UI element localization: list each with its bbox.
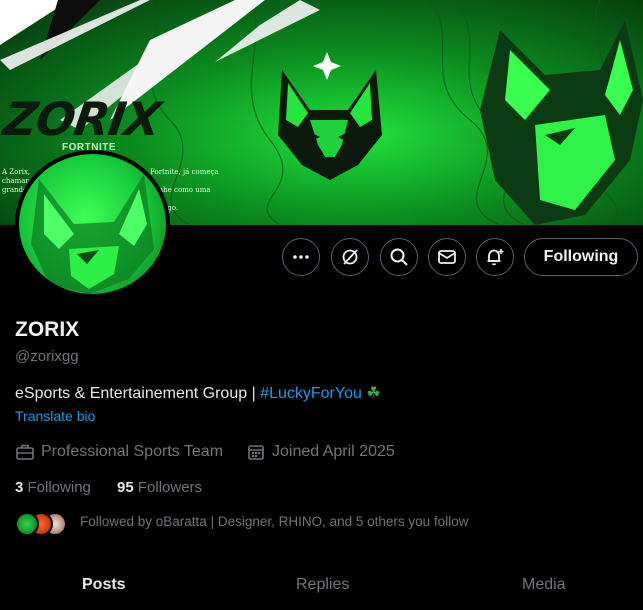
grok-icon	[342, 249, 358, 265]
translate-bio-link[interactable]: Translate bio	[15, 408, 95, 424]
mutual-avatar	[15, 512, 39, 536]
banner-title: ZORIX	[0, 92, 164, 146]
profile-name: ZORIX	[15, 318, 80, 341]
followers-count: 95	[117, 479, 134, 496]
profile-bio: eSports & Entertainement Group | #LuckyF…	[15, 383, 381, 403]
more-options-button[interactable]	[282, 238, 320, 276]
message-button[interactable]	[428, 238, 466, 276]
following-count: 3	[15, 479, 24, 496]
clover-emoji: ☘	[366, 385, 381, 402]
bio-hashtag-link[interactable]: #LuckyForYou	[260, 385, 362, 402]
briefcase-icon	[16, 444, 34, 460]
profile-category: Professional Sports Team	[15, 442, 223, 462]
search-icon	[390, 248, 408, 266]
notifications-button[interactable]	[476, 238, 514, 276]
following-count-link[interactable]: 3 Following	[15, 479, 91, 496]
search-button[interactable]	[380, 238, 418, 276]
followers-label: Followers	[137, 479, 203, 496]
bio-text: eSports & Entertainement Group |	[15, 385, 261, 402]
message-icon	[438, 250, 456, 264]
avatar-wolf-artwork	[31, 174, 154, 294]
tab-replies[interactable]: Replies	[296, 576, 349, 594]
tab-media[interactable]: Media	[522, 576, 566, 594]
profile-avatar[interactable]	[15, 150, 170, 298]
grok-button[interactable]	[331, 238, 369, 276]
following-label: Following	[27, 479, 91, 496]
joined-label: Joined April 2025	[272, 443, 395, 460]
profile-handle: @zorixgg	[15, 348, 79, 365]
tab-posts[interactable]: Posts	[82, 576, 126, 594]
profile-joined-date: Joined April 2025	[246, 442, 395, 462]
followers-count-link[interactable]: 95 Followers	[117, 479, 202, 496]
more-icon	[293, 255, 309, 259]
notification-bell-icon	[487, 249, 504, 266]
followed-by-text[interactable]: Followed by oBaratta | Designer, RHINO, …	[80, 514, 468, 529]
category-label: Professional Sports Team	[41, 443, 224, 460]
followed-by-avatars[interactable]	[15, 511, 67, 537]
calendar-icon	[248, 445, 264, 460]
following-button[interactable]: Following	[524, 238, 638, 276]
